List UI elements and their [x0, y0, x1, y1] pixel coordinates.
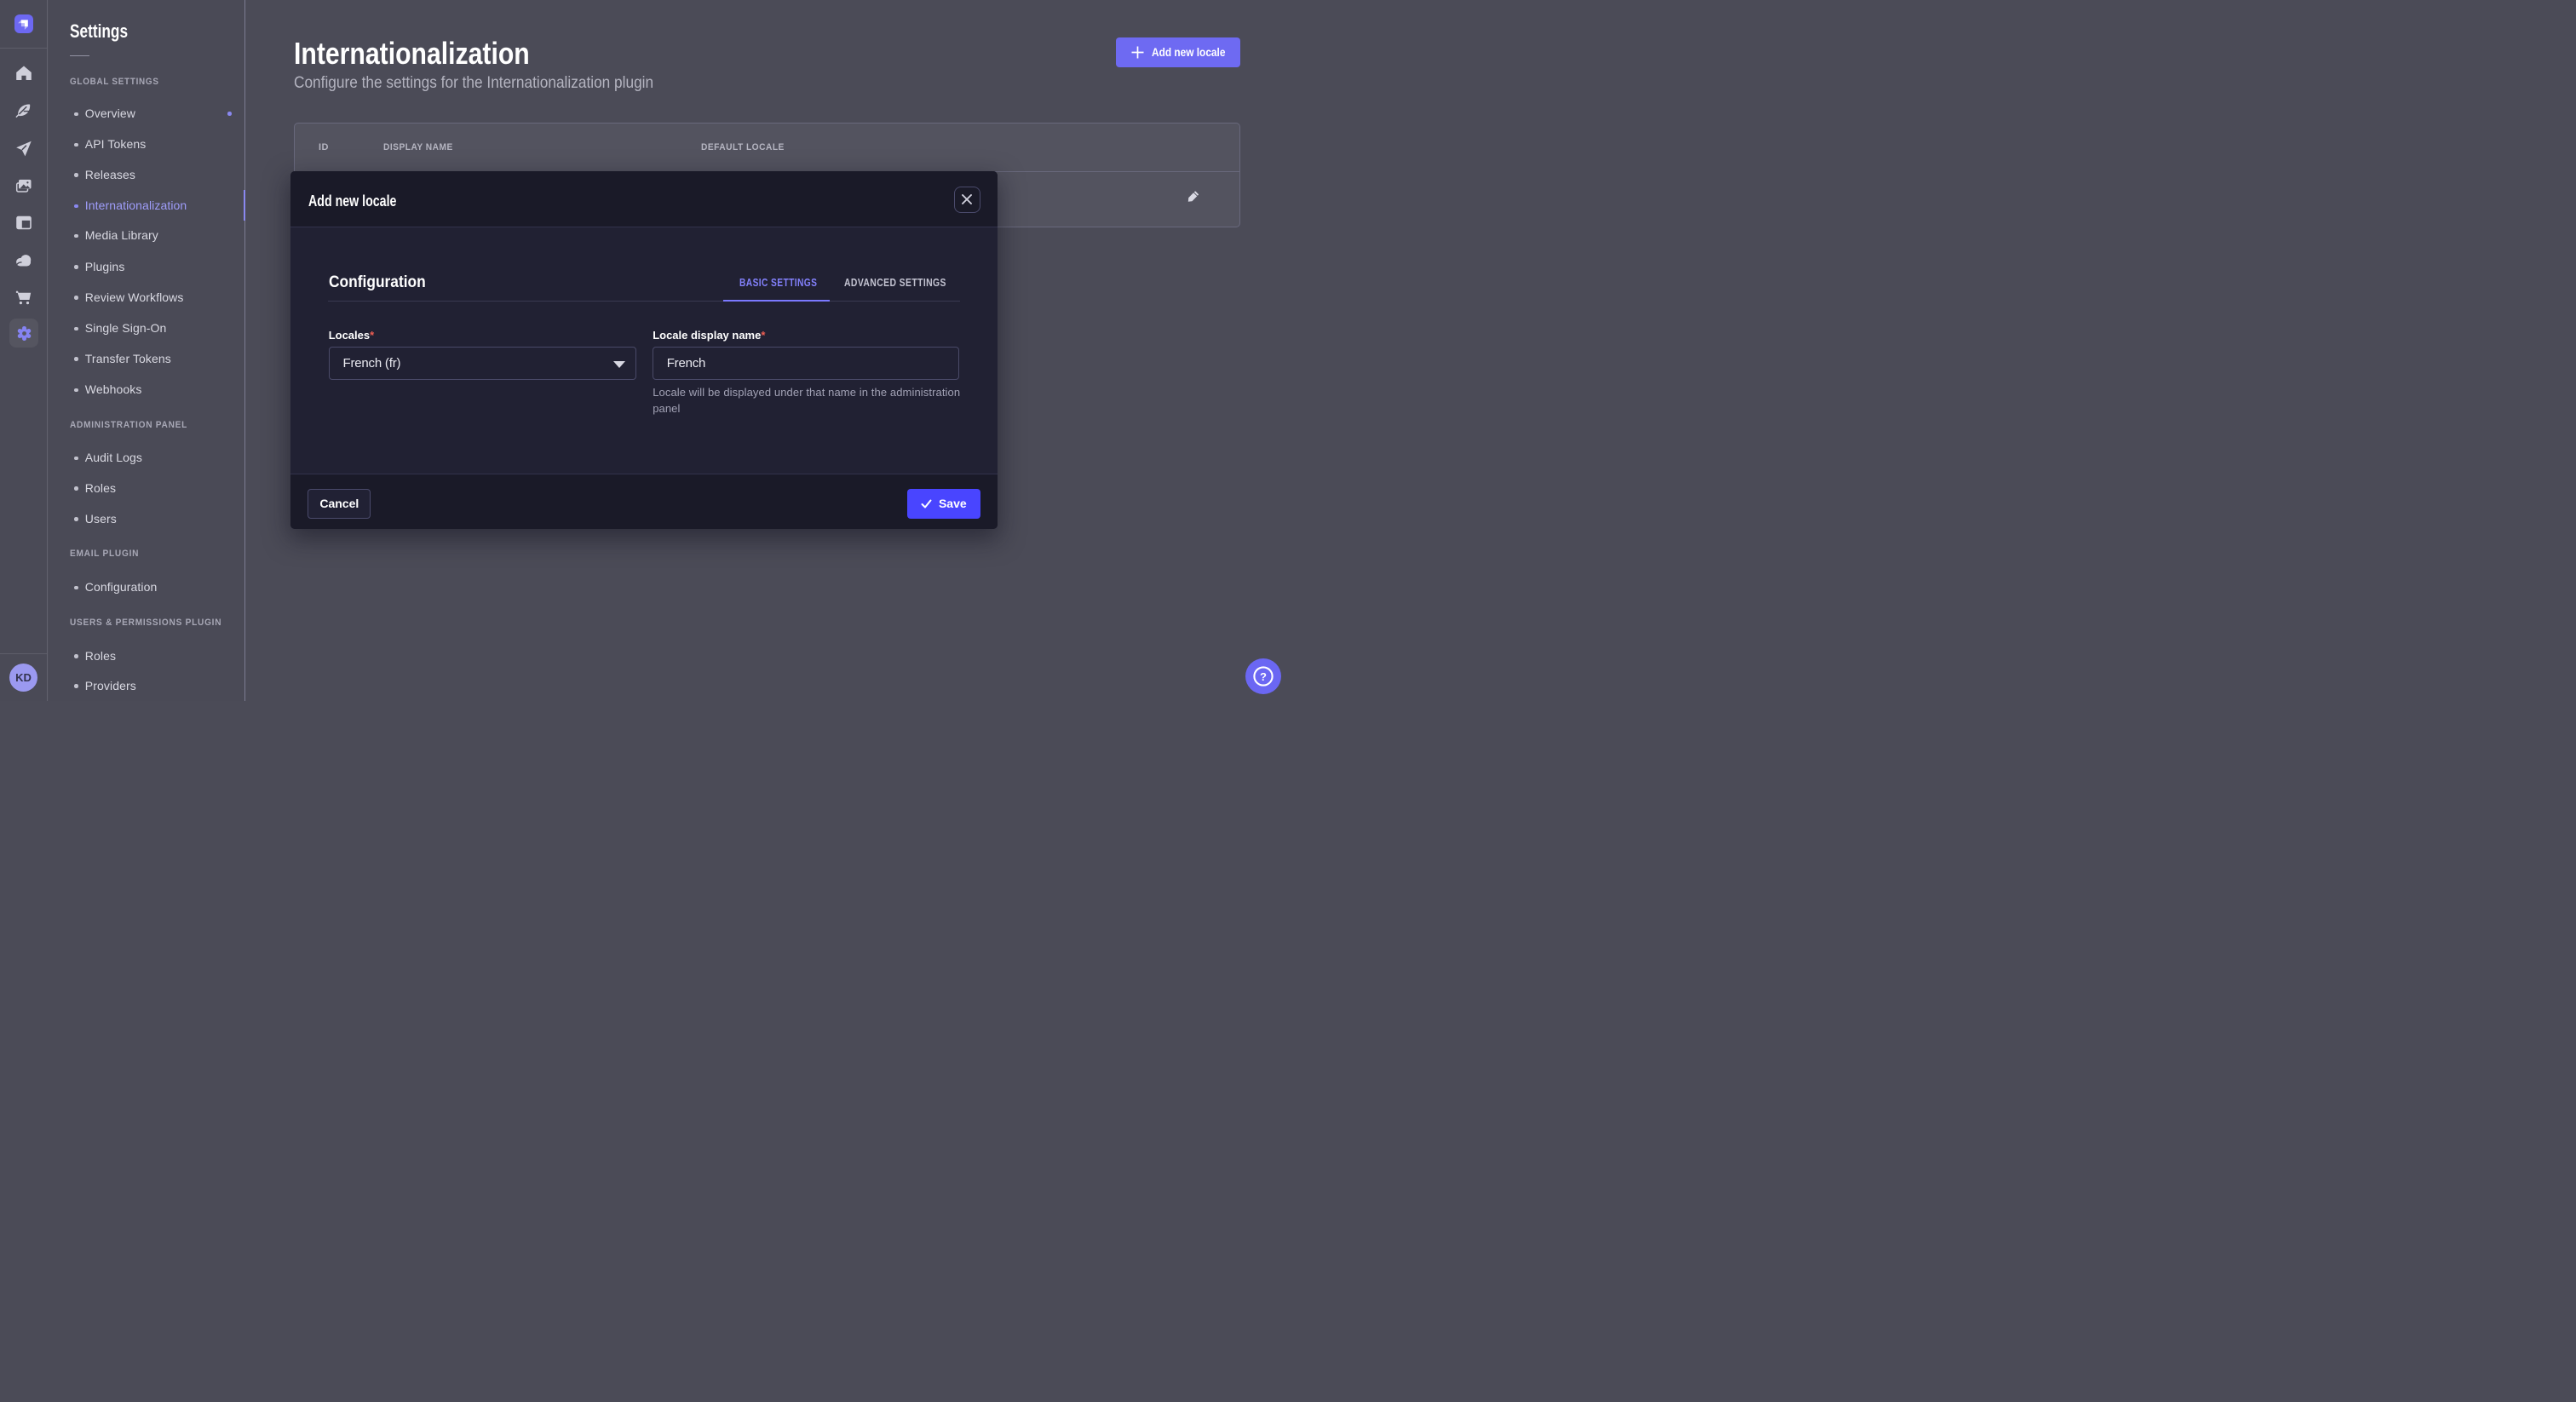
svg-text:?: ? [1260, 670, 1267, 683]
